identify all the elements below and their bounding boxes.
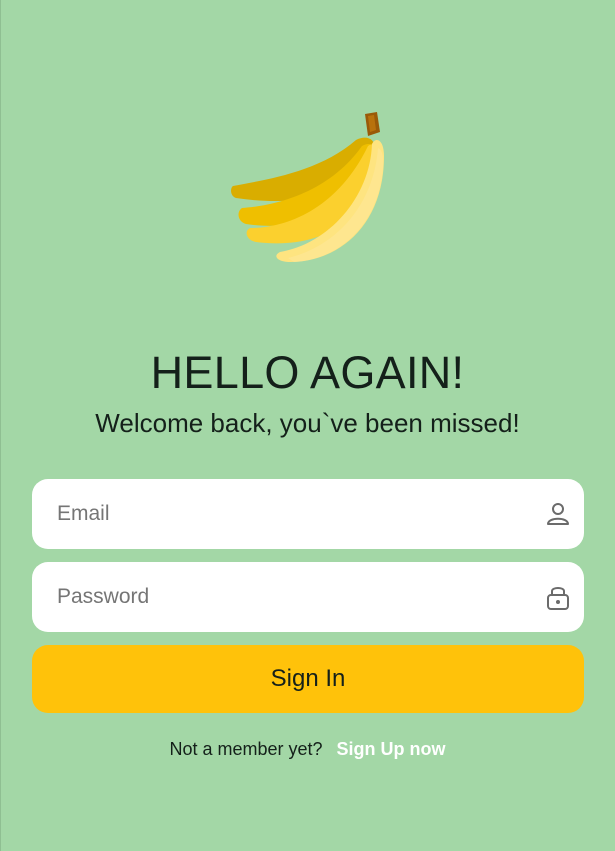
page-title: HELLO AGAIN! [150, 347, 465, 398]
page-subtitle: Welcome back, you`ve been missed! [95, 408, 520, 438]
signup-prompt-text: Not a member yet? [169, 739, 323, 759]
banana-bunch-icon [228, 108, 388, 268]
password-input[interactable] [32, 562, 532, 632]
sign-in-button[interactable]: Sign In [32, 645, 584, 713]
user-icon [544, 500, 572, 528]
email-field [32, 479, 584, 549]
lock-icon [544, 583, 572, 611]
sign-up-link[interactable]: Sign Up now [337, 739, 446, 759]
password-field [32, 562, 584, 632]
email-input[interactable] [32, 479, 532, 549]
signup-prompt: Not a member yet? Sign Up now [0, 737, 615, 761]
